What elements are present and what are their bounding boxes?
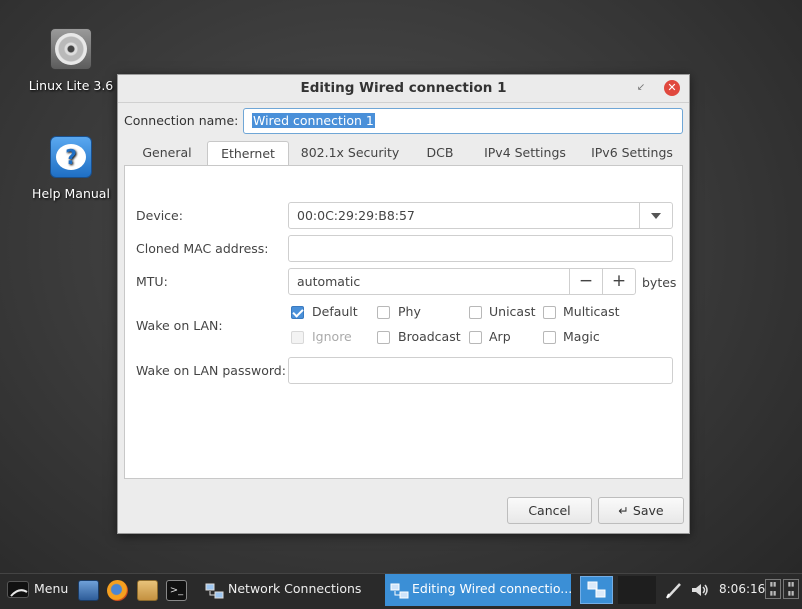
chevron-down-icon[interactable] — [639, 203, 672, 228]
title-bar[interactable]: Editing Wired connection 1 ↙ ✕ — [118, 75, 689, 103]
cloned-mac-input[interactable] — [288, 235, 673, 262]
tab-bar: General Ethernet 802.1x Security DCB IPv… — [124, 141, 683, 167]
mtu-label: MTU: — [136, 274, 168, 289]
mtu-unit-label: bytes — [642, 275, 677, 290]
mtu-decrement-button[interactable]: − — [569, 269, 602, 294]
wol-phy-label: Phy — [398, 304, 421, 319]
wol-password-label: Wake on LAN password: — [136, 363, 286, 378]
wol-magic-label: Magic — [563, 329, 600, 344]
cpu-monitor-icon: ▮▮ ▮▮ — [765, 579, 781, 599]
device-label: Device: — [136, 208, 183, 223]
task-network-connections[interactable]: Network Connections — [199, 574, 382, 606]
connection-name-input[interactable]: Wired connection 1 — [243, 108, 683, 134]
task-label: Network Connections — [228, 581, 362, 596]
restore-icon[interactable]: ↙ — [635, 82, 647, 94]
close-button[interactable]: ✕ — [664, 80, 680, 96]
menu-button[interactable]: Menu — [4, 574, 70, 606]
wol-ignore-checkbox — [291, 331, 304, 344]
wol-password-input[interactable] — [288, 357, 673, 384]
mtu-value: automatic — [297, 274, 361, 289]
network-icon — [205, 581, 224, 599]
pen-icon[interactable] — [665, 581, 685, 599]
file-manager-icon[interactable] — [137, 580, 158, 601]
task-label: Editing Wired connectio... — [412, 581, 573, 596]
device-value: 00:0C:29:29:B8:57 — [297, 208, 415, 223]
cloned-mac-label: Cloned MAC address: — [136, 241, 269, 256]
desktop-icon-label: Help Manual — [32, 186, 110, 201]
desktop-icon-help-manual[interactable]: ? Help Manual — [16, 136, 126, 201]
save-button[interactable]: ↵ Save — [598, 497, 684, 524]
tab-ipv6-settings[interactable]: IPv6 Settings — [582, 141, 682, 166]
clock[interactable]: 8:06:16 — [719, 574, 765, 606]
connection-name-row: Connection name: Wired connection 1 — [124, 108, 683, 134]
edit-connection-dialog: Editing Wired connection 1 ↙ ✕ Connectio… — [117, 74, 690, 534]
linux-lite-logo-icon — [7, 581, 29, 598]
wol-unicast-label: Unicast — [489, 304, 536, 319]
save-button-label: Save — [632, 503, 664, 518]
tab-ethernet[interactable]: Ethernet — [207, 141, 289, 167]
tab-8021x-security[interactable]: 802.1x Security — [296, 141, 404, 166]
connection-name-value: Wired connection 1 — [252, 113, 375, 128]
cancel-button[interactable]: Cancel — [507, 497, 592, 524]
desktop-icon-label: Linux Lite 3.6 — [28, 78, 114, 93]
wol-broadcast-checkbox[interactable] — [377, 331, 390, 344]
desktop-icon-linux-lite[interactable]: Linux Lite 3.6 — [16, 28, 126, 93]
ethernet-panel: Device: 00:0C:29:29:B8:57 Cloned MAC add… — [124, 165, 683, 479]
connection-name-label: Connection name: — [124, 113, 239, 128]
system-settings-icon[interactable] — [78, 580, 99, 601]
wol-default-label: Default — [312, 304, 358, 319]
firefox-icon[interactable] — [107, 580, 128, 601]
taskbar: Menu >_ Network Connections Editing Wire… — [0, 573, 802, 609]
device-combobox[interactable]: 00:0C:29:29:B8:57 — [288, 202, 673, 229]
wol-broadcast-label: Broadcast — [398, 329, 461, 344]
wol-multicast-label: Multicast — [563, 304, 620, 319]
dvd-icon — [49, 28, 93, 72]
memory-monitor-icon: ▮▮ ▮▮ — [783, 579, 799, 599]
wol-arp-label: Arp — [489, 329, 511, 344]
wake-on-lan-label: Wake on LAN: — [136, 318, 223, 333]
network-tray-icon[interactable] — [580, 576, 613, 604]
window-title: Editing Wired connection 1 — [300, 80, 507, 96]
mtu-spinbox[interactable]: automatic − + — [288, 268, 636, 295]
tab-dcb[interactable]: DCB — [416, 141, 464, 166]
volume-icon[interactable] — [690, 581, 710, 599]
wol-arp-checkbox[interactable] — [469, 331, 482, 344]
wol-magic-checkbox[interactable] — [543, 331, 556, 344]
help-icon: ? — [49, 136, 93, 180]
wol-default-checkbox[interactable] — [291, 306, 304, 319]
workspace-area[interactable] — [618, 576, 656, 604]
wol-multicast-checkbox[interactable] — [543, 306, 556, 319]
enter-icon: ↵ — [618, 503, 629, 518]
tab-ipv4-settings[interactable]: IPv4 Settings — [476, 141, 574, 166]
wol-ignore-label: Ignore — [312, 329, 352, 344]
wol-phy-checkbox[interactable] — [377, 306, 390, 319]
tab-general[interactable]: General — [130, 141, 204, 166]
task-editing-wired-connection[interactable]: Editing Wired connectio... — [385, 574, 573, 606]
mtu-increment-button[interactable]: + — [602, 269, 635, 294]
network-icon — [390, 581, 409, 599]
menu-label: Menu — [34, 581, 69, 596]
wol-unicast-checkbox[interactable] — [469, 306, 482, 319]
terminal-icon[interactable]: >_ — [166, 580, 187, 601]
